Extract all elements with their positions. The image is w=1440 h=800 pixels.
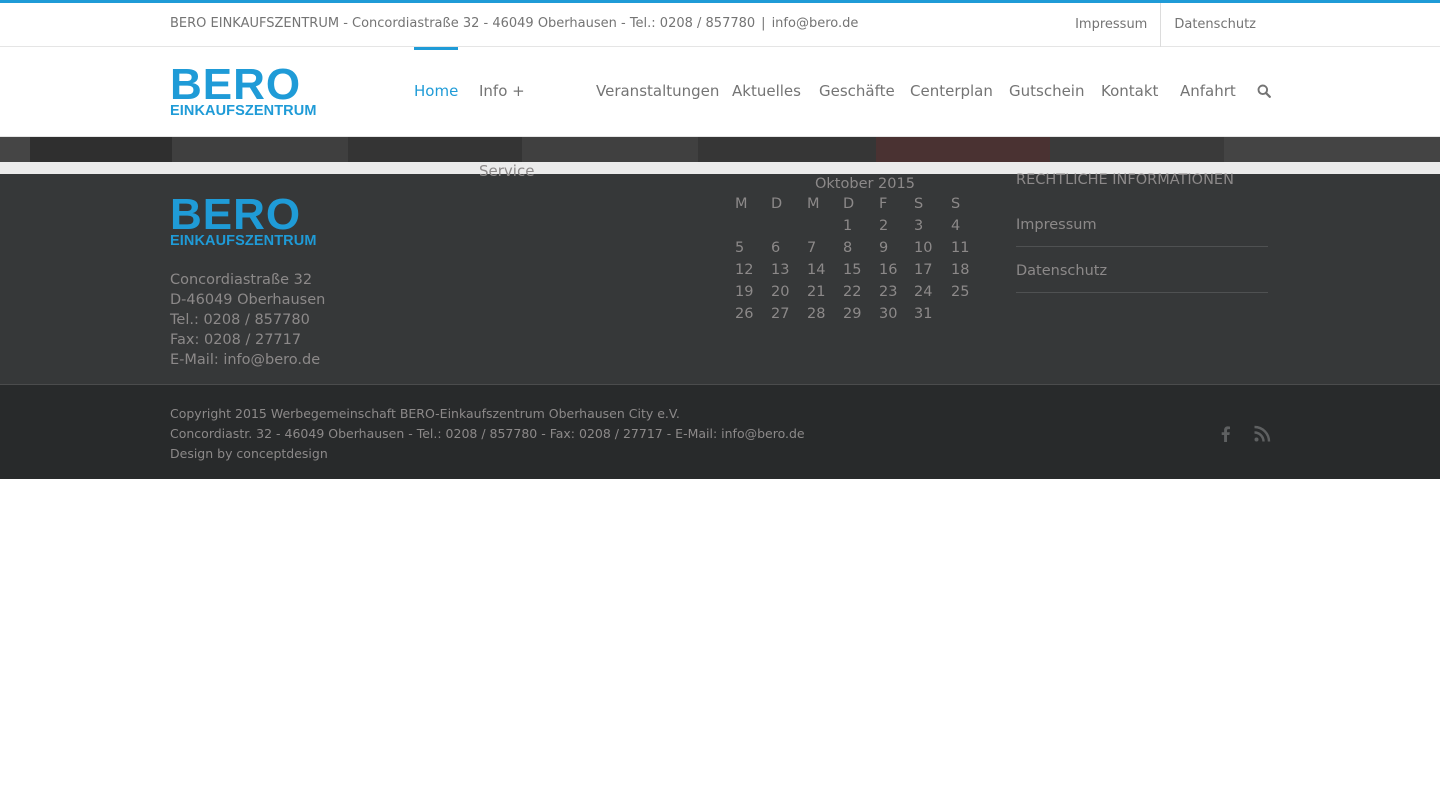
contact-text: BERO EINKAUFSZENTRUM - Concordiastraße 3… — [170, 16, 756, 31]
header: BERO EINKAUFSZENTRUM Home Info + Veranst… — [0, 47, 1440, 137]
calendar-day: 7 — [807, 240, 817, 256]
copyright-bar: Copyright 2015 Werbegemeinschaft BERO-Ei… — [0, 384, 1440, 479]
copyright-contact-line: Concordiastr. 32 - 46049 Oberhausen - Te… — [170, 426, 805, 441]
calendar-weekday: S — [914, 196, 924, 212]
calendar-day: 11 — [951, 240, 970, 256]
copyright-line: Copyright 2015 Werbegemeinschaft BERO-Ei… — [170, 406, 680, 421]
calendar-day: 30 — [879, 306, 898, 322]
calendar-weekday: S — [951, 196, 961, 212]
calendar-weekday: F — [879, 196, 888, 212]
calendar-caption: Oktober 2015 — [815, 176, 915, 192]
separator: | — [761, 16, 766, 31]
calendar-day: 22 — [843, 284, 862, 300]
legal-link-impressum[interactable]: Impressum — [1016, 217, 1268, 247]
calendar-day: 21 — [807, 284, 826, 300]
address-fax: Fax: 0208 / 27717 — [170, 332, 302, 348]
top-contact-info: BERO EINKAUFSZENTRUM - Concordiastraße 3… — [170, 16, 858, 31]
calendar-weekday: M — [807, 196, 820, 212]
logo-line2: EINKAUFSZENTRUM — [170, 103, 317, 119]
top-bar: BERO EINKAUFSZENTRUM - Concordiastraße 3… — [0, 0, 1440, 47]
logo-line1: BERO — [170, 60, 302, 109]
footer-logo-line1: BERO — [170, 190, 302, 239]
calendar-weekday: D — [843, 196, 855, 212]
site-logo[interactable]: BERO EINKAUFSZENTRUM — [170, 60, 326, 119]
rss-icon[interactable] — [1253, 425, 1271, 443]
nav-item-centerplan[interactable]: Centerplan — [910, 47, 993, 137]
address-street: Concordiastraße 32 — [170, 272, 313, 288]
calendar-day: 4 — [951, 218, 961, 234]
legal-link-datenschutz[interactable]: Datenschutz — [1016, 263, 1268, 293]
calendar-weekday: M — [735, 196, 748, 212]
slider-strip — [0, 137, 1440, 162]
footer-logo-line2: EINKAUFSZENTRUM — [170, 233, 317, 249]
calendar-day: 17 — [914, 262, 933, 278]
nav-item-kontakt[interactable]: Kontakt — [1101, 47, 1158, 137]
calendar-day: 26 — [735, 306, 754, 322]
nav-item-aktuelles[interactable]: Aktuelles — [732, 47, 801, 137]
calendar-day: 8 — [843, 240, 853, 256]
nav-item-gutschein[interactable]: Gutschein — [1009, 47, 1084, 137]
footer-address: Concordiastraße 32 D-46049 Oberhausen Te… — [170, 270, 325, 370]
calendar-day: 31 — [914, 306, 933, 322]
calendar-day: 2 — [879, 218, 889, 234]
calendar-day: 10 — [914, 240, 933, 256]
address-phone: Tel.: 0208 / 857780 — [170, 312, 310, 328]
calendar-day: 23 — [879, 284, 898, 300]
calendar-day: 28 — [807, 306, 826, 322]
nav-item-anfahrt[interactable]: Anfahrt — [1180, 47, 1236, 137]
nav-item-geschaefte[interactable]: Geschäfte — [819, 47, 895, 137]
calendar-day: 29 — [843, 306, 862, 322]
footer-logo[interactable]: BERO EINKAUFSZENTRUM — [170, 190, 326, 249]
contact-email-link[interactable]: info@bero.de — [772, 16, 859, 31]
footer: BERO EINKAUFSZENTRUM Concordiastraße 32 … — [0, 172, 1440, 384]
calendar-day: 15 — [843, 262, 862, 278]
nav-item-home[interactable]: Home — [414, 47, 459, 137]
calendar-day: 16 — [879, 262, 898, 278]
calendar-weekday: D — [771, 196, 783, 212]
calendar-day: 19 — [735, 284, 754, 300]
calendar-day: 5 — [735, 240, 745, 256]
address-city: D-46049 Oberhausen — [170, 292, 326, 308]
calendar-day: 25 — [951, 284, 970, 300]
nav-item-veranstaltungen[interactable]: Veranstaltungen — [596, 47, 719, 137]
facebook-icon[interactable] — [1217, 425, 1235, 443]
top-link-datenschutz[interactable]: Datenschutz — [1161, 3, 1269, 47]
address-email[interactable]: E-Mail: info@bero.de — [170, 350, 325, 370]
copyright-text: Copyright 2015 Werbegemeinschaft BERO-Ei… — [170, 404, 805, 464]
copyright-design-line[interactable]: Design by conceptdesign — [170, 444, 805, 464]
calendar-day: 1 — [843, 218, 853, 234]
calendar-day: 18 — [951, 262, 970, 278]
search-icon[interactable] — [1257, 84, 1271, 98]
calendar-day: 3 — [914, 218, 924, 234]
calendar-day: 27 — [771, 306, 790, 322]
calendar-day: 20 — [771, 284, 790, 300]
legal-heading: RECHTLICHE INFORMATIONEN — [1016, 172, 1234, 188]
calendar-day: 13 — [771, 262, 790, 278]
top-links: Impressum Datenschutz — [1062, 3, 1269, 47]
nav-submenu-service[interactable]: Service — [479, 162, 534, 180]
calendar-day: 24 — [914, 284, 933, 300]
nav-item-info[interactable]: Info + — [479, 47, 525, 137]
calendar-day: 9 — [879, 240, 889, 256]
calendar-day: 6 — [771, 240, 781, 256]
top-link-impressum[interactable]: Impressum — [1062, 3, 1162, 47]
calendar-day: 14 — [807, 262, 826, 278]
calendar-day: 12 — [735, 262, 754, 278]
